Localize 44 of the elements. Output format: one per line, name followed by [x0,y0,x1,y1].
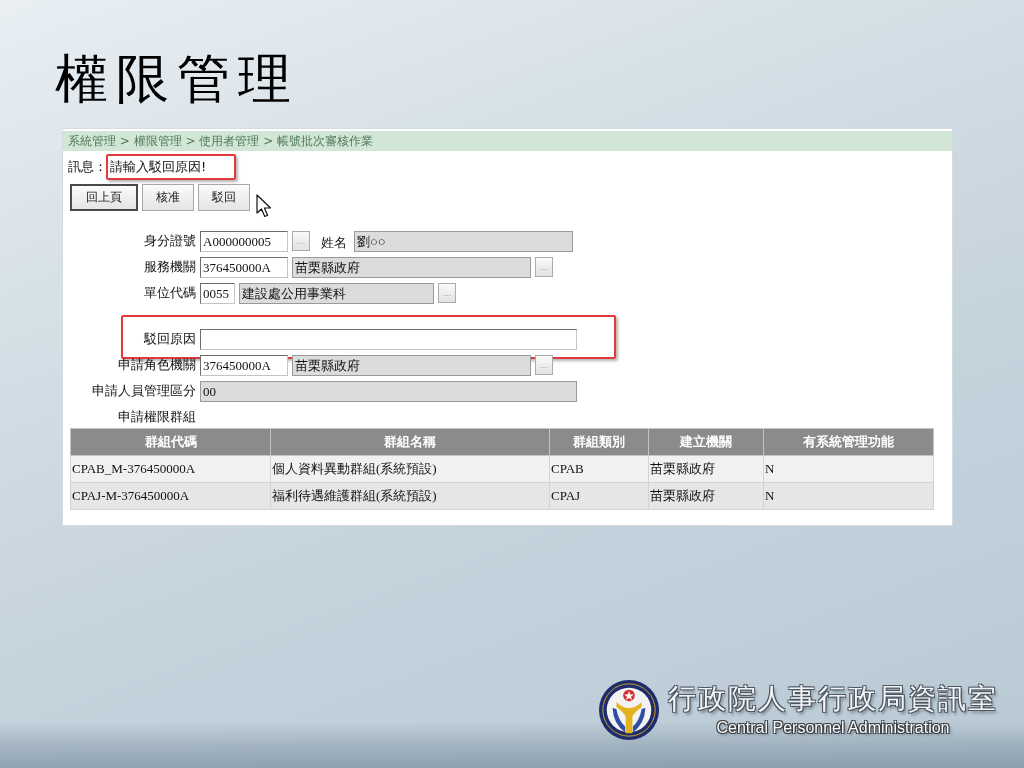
readonly-field: 建設處公用事業科 [239,282,434,304]
input-field[interactable]: 0055 [200,282,235,304]
message-text: 請輸入駁回原因! [110,158,207,176]
form-label: 申請權限群組 [117,408,196,426]
action-button[interactable]: 核准 [142,184,194,211]
form-label: 單位代碼 [143,284,196,302]
column-header: 群組名稱 [270,428,550,456]
table-cell: 苗栗縣政府 [648,482,764,510]
cursor-icon [256,194,272,218]
readonly-field: 劉○○ [354,230,573,252]
organization-name: 行政院人事行政局資訊室 [668,681,998,717]
form-label: 身分證號 [143,232,196,250]
table-cell: 個人資料異動群組(系統預設) [270,455,550,483]
readonly-field: 苗栗縣政府 [292,256,531,278]
column-header: 群組類別 [549,428,649,456]
action-button[interactable]: 駁回 [198,184,250,211]
input-field[interactable] [200,328,577,350]
table-cell: 苗栗縣政府 [648,455,764,483]
column-header: 建立機關 [648,428,764,456]
input-field[interactable]: 376450000A [200,256,288,278]
message-label: 訊息： [68,158,107,176]
table-cell: CPAJ-M-376450000A [70,482,271,510]
form-label: 駁回原因 [143,330,196,348]
slide-title: 權限管理 [55,47,299,111]
form-label: 申請角色機關 [117,356,196,374]
table-cell: CPAJ [549,482,649,510]
column-header: 有系統管理功能 [763,428,934,456]
input-field[interactable]: A000000005 [200,230,288,252]
table-cell: CPAB_M-376450000A [70,455,271,483]
action-button[interactable]: 回上頁 [70,184,138,211]
organization-name-english: Central Personnel Administration [716,718,950,738]
form-label: 服務機關 [143,258,196,276]
breadcrumb: 系統管理 > 權限管理 > 使用者管理 > 帳號批次審核作業 [63,131,952,151]
table-cell: 福利待遇維護群組(系統預設) [270,482,550,510]
table-cell: CPAB [549,455,649,483]
field-label: 姓名 [321,234,347,252]
table-cell: N [763,482,934,510]
input-field[interactable]: 376450000A [200,354,288,376]
column-header: 群組代碼 [70,428,271,456]
readonly-field: 苗栗縣政府 [292,354,531,376]
emblem-icon [598,678,660,742]
table-cell: N [763,455,934,483]
readonly-field: 00 [200,380,577,402]
form-label: 申請人員管理區分 [91,382,196,400]
